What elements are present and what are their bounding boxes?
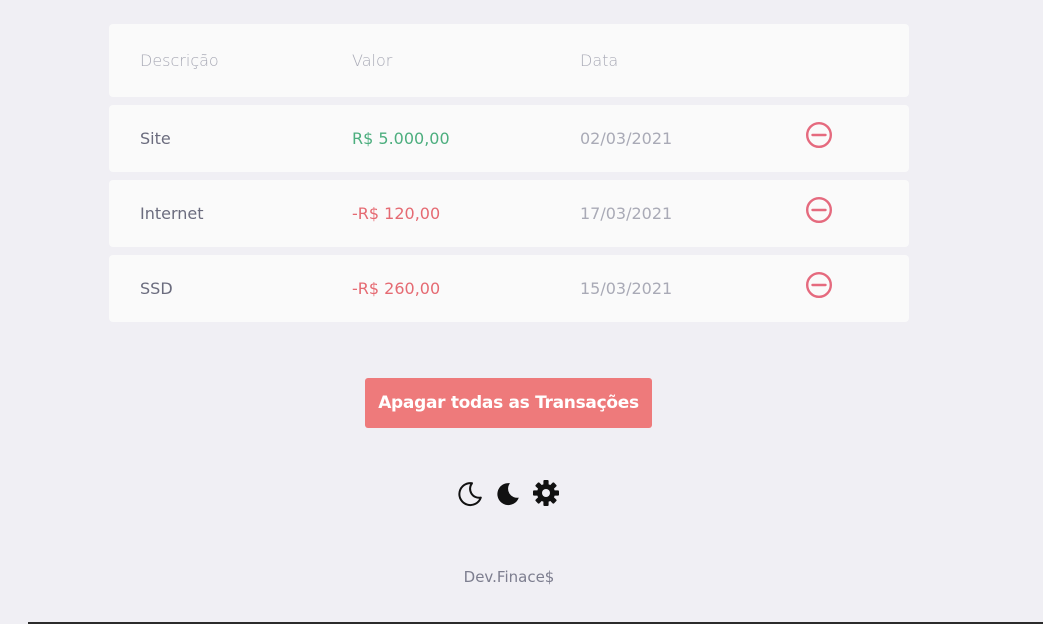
remove-transaction-icon[interactable] <box>805 271 833 299</box>
transaction-description: Internet <box>140 204 204 223</box>
transaction-date: 17/03/2021 <box>580 204 673 223</box>
remove-transaction-icon[interactable] <box>805 196 833 224</box>
table-row: Site R$ 5.000,00 02/03/2021 <box>109 105 909 172</box>
header-date: Data <box>580 51 619 70</box>
footer-brand: Dev.Finace$ <box>463 568 555 586</box>
table-header: Descrição Valor Data <box>109 24 909 97</box>
transaction-description: Site <box>140 129 171 148</box>
header-description: Descrição <box>140 51 219 70</box>
remove-transaction-icon[interactable] <box>805 121 833 149</box>
transaction-amount: -R$ 120,00 <box>352 204 441 223</box>
transaction-description: SSD <box>140 279 173 298</box>
transactions-table: Descrição Valor Data Site R$ 5.000,00 02… <box>109 24 909 330</box>
clear-all-transactions-button[interactable]: Apagar todas as Transações <box>365 378 652 428</box>
transaction-date: 15/03/2021 <box>580 279 673 298</box>
moon-filled-icon[interactable] <box>493 479 523 509</box>
moon-outline-icon[interactable] <box>455 479 485 509</box>
header-amount: Valor <box>352 51 393 70</box>
transaction-date: 02/03/2021 <box>580 129 673 148</box>
transaction-amount: -R$ 260,00 <box>352 279 441 298</box>
table-row: SSD -R$ 260,00 15/03/2021 <box>109 255 909 322</box>
transaction-amount: R$ 5.000,00 <box>352 129 450 148</box>
gear-icon[interactable] <box>531 479 561 509</box>
table-row: Internet -R$ 120,00 17/03/2021 <box>109 180 909 247</box>
